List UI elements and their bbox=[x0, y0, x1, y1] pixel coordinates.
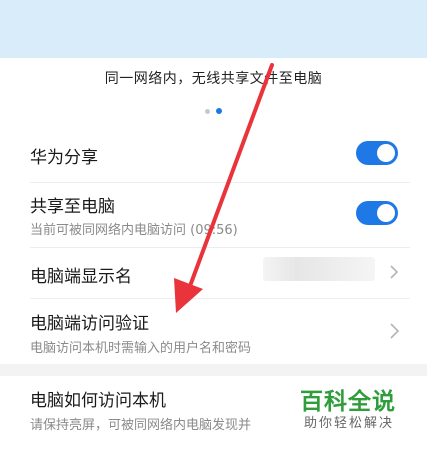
setting-share-to-pc[interactable]: 共享至电脑 当前可被同网络内电脑访问 (09:56) bbox=[0, 183, 427, 247]
pc-access-verify-subtitle: 电脑访问本机时需输入的用户名和密码 bbox=[30, 341, 252, 356]
toggle-knob bbox=[377, 204, 395, 222]
page-indicator bbox=[205, 107, 222, 115]
watermark-title: 百科全说 bbox=[300, 389, 396, 415]
section-gap bbox=[0, 364, 427, 376]
pc-access-verify-title: 电脑端访问验证 bbox=[30, 314, 149, 334]
share-to-pc-title: 共享至电脑 bbox=[30, 197, 115, 217]
huawei-share-title: 华为分享 bbox=[30, 148, 98, 168]
setting-pc-access-verify[interactable]: 电脑端访问验证 电脑访问本机时需输入的用户名和密码 bbox=[0, 299, 427, 363]
pc-display-name-title: 电脑端显示名 bbox=[30, 267, 132, 287]
pc-display-name-value-redacted bbox=[263, 257, 375, 281]
share-to-pc-toggle[interactable] bbox=[356, 201, 398, 225]
watermark-subtitle: 助你轻松解决 bbox=[304, 416, 395, 431]
setting-huawei-share[interactable]: 华为分享 bbox=[0, 128, 427, 182]
share-to-pc-subtitle: 当前可被同网络内电脑访问 (09:56) bbox=[30, 223, 238, 238]
how-pc-access-subtitle: 请保持亮屏，可被同网络内电脑发现并 bbox=[30, 418, 252, 433]
watermark-logo: 百科全说 助你轻松解决 bbox=[300, 388, 420, 432]
page-dot-active bbox=[216, 108, 222, 114]
page-dot bbox=[205, 108, 210, 114]
banner-caption: 同一网络内，无线共享文件至电脑 bbox=[104, 71, 323, 87]
huawei-share-toggle[interactable] bbox=[356, 141, 398, 165]
chevron-right-icon bbox=[390, 265, 399, 279]
how-pc-access-title: 电脑如何访问本机 bbox=[30, 391, 166, 411]
feature-banner bbox=[0, 0, 427, 58]
toggle-knob bbox=[377, 144, 395, 162]
chevron-right-icon bbox=[390, 323, 400, 339]
